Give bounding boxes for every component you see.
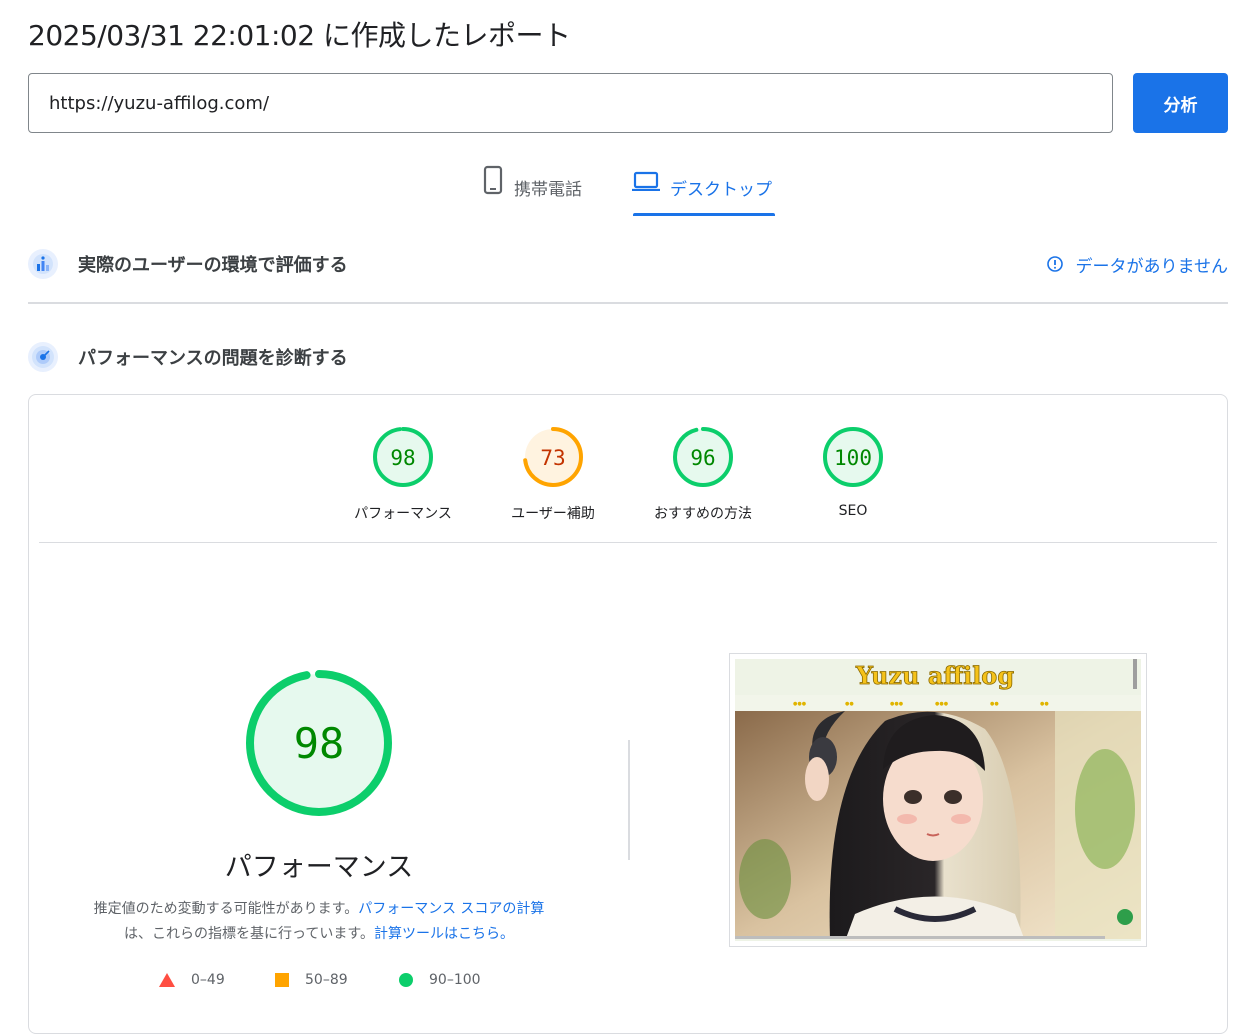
score-value: 73 — [540, 446, 565, 470]
section-divider — [28, 302, 1228, 304]
calculator-link[interactable]: 計算ツールはこちら。 — [374, 926, 514, 942]
legend-pass-range: 90–100 — [429, 972, 481, 988]
score-value: 100 — [834, 446, 872, 470]
legend-fail: 0–49 — [159, 972, 225, 988]
score-ring: 98 — [373, 427, 433, 487]
svg-text:●●●: ●●● — [935, 701, 949, 707]
tab-mobile[interactable]: 携帯電話 — [482, 165, 582, 217]
score-gauge-3[interactable]: 96 おすすめの方法 — [628, 425, 778, 523]
score-label: おすすめの方法 — [654, 506, 752, 522]
score-ring: 100 — [823, 427, 883, 487]
no-data-text: データがありません — [1075, 256, 1229, 277]
score-value: 96 — [690, 446, 715, 470]
no-data-link[interactable]: データがありません — [1046, 252, 1229, 277]
report-title: 2025/03/31 22:01:02 に作成したレポート — [28, 19, 571, 52]
score-gauge-4[interactable]: 100 SEO — [778, 425, 928, 519]
card-divider — [39, 542, 1217, 543]
circle-icon — [399, 973, 413, 987]
legend-pass: 90–100 — [399, 972, 481, 988]
score-label: パフォーマンス — [354, 506, 452, 522]
phone-icon — [483, 165, 503, 195]
legend-fail-range: 0–49 — [191, 972, 225, 988]
tab-desktop[interactable]: デスクトップ — [632, 165, 772, 217]
field-data-icon — [28, 249, 58, 279]
score-gauge-1[interactable]: 98 パフォーマンス — [328, 425, 478, 523]
url-input[interactable] — [28, 73, 1113, 133]
field-data-section: 実際のユーザーの環境で評価する データがありません — [28, 244, 1228, 284]
active-tab-indicator — [633, 213, 775, 216]
svg-text:●●: ●● — [1040, 701, 1049, 707]
final-screenshot[interactable]: ●●● ●● ●●● ●●● ●● ●● Yuzu affilog — [729, 653, 1147, 947]
svg-text:●●●: ●●● — [793, 701, 807, 707]
info-icon — [1046, 256, 1063, 272]
lab-data-title: パフォーマンスの問題を診断する — [78, 348, 348, 369]
tab-mobile-label: 携帯電話 — [514, 180, 582, 200]
svg-text:●●: ●● — [845, 701, 854, 707]
score-value: 98 — [390, 446, 415, 470]
laptop-icon — [632, 171, 660, 191]
score-label: ユーザー補助 — [511, 506, 595, 522]
diagnose-icon — [28, 342, 58, 372]
svg-text:●●●: ●●● — [890, 701, 904, 707]
performance-gauge-large: 98 — [246, 670, 392, 816]
legend-average: 50–89 — [275, 972, 348, 988]
screenshot-image: ●●● ●● ●●● ●●● ●● ●● Yuzu affilog — [735, 659, 1141, 941]
performance-score-large: 98 — [294, 719, 345, 768]
performance-title: パフォーマンス — [224, 852, 414, 883]
analyze-button[interactable]: 分析 — [1133, 73, 1228, 133]
legend-average-range: 50–89 — [305, 972, 348, 988]
square-icon — [275, 973, 289, 987]
site-logo: Yuzu affilog — [855, 661, 1014, 690]
score-ring: 96 — [673, 427, 733, 487]
svg-text:●●: ●● — [990, 701, 999, 707]
tab-desktop-label: デスクトップ — [670, 180, 772, 200]
score-label: SEO — [838, 503, 868, 519]
vertical-divider — [628, 740, 630, 860]
lighthouse-card: 98 パフォーマンス 73 ユーザー補助 96 おすすめの方法 100 SEO 98 パフォー… — [28, 394, 1228, 1034]
field-data-title: 実際のユーザーの環境で評価する — [78, 255, 348, 276]
score-ring: 73 — [523, 427, 583, 487]
performance-description: 推定値のため変動する可能性があります。パフォーマンス スコアの計算 は、これらの… — [69, 897, 569, 947]
triangle-icon — [159, 973, 175, 987]
desc-prefix: 推定値のため変動する可能性があります。 — [93, 901, 359, 917]
score-calc-link[interactable]: パフォーマンス スコアの計算 — [358, 901, 544, 917]
score-gauge-2[interactable]: 73 ユーザー補助 — [478, 425, 628, 523]
lab-data-section: パフォーマンスの問題を診断する — [28, 337, 1228, 377]
desc-middle: は、これらの指標を基に行っています。 — [124, 926, 374, 942]
